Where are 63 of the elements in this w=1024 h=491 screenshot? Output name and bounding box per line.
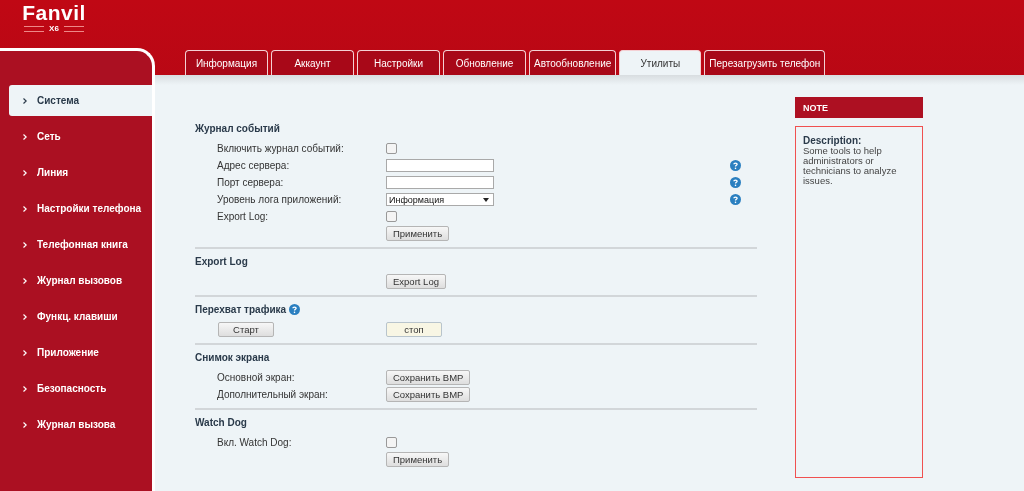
field-label: Включить журнал событий: xyxy=(217,143,344,154)
help-icon[interactable] xyxy=(730,160,741,171)
field-label: Уровень лога приложений: xyxy=(217,194,342,205)
chevron-icon xyxy=(23,241,27,248)
stop-button[interactable]: стоп xyxy=(386,322,442,337)
section-title: Перехват трафика xyxy=(195,303,287,315)
chevron-icon xyxy=(23,313,27,320)
checkbox[interactable] xyxy=(386,211,397,222)
checkbox[interactable] xyxy=(386,437,397,448)
chevron-icon xyxy=(23,97,27,104)
checkbox[interactable] xyxy=(386,143,397,154)
sidebar-item[interactable]: Журнал вызовов xyxy=(9,265,152,296)
logo-brand: Fanvil xyxy=(22,2,86,24)
tab[interactable]: Перезагрузить телефон xyxy=(704,50,826,75)
field-label: Вкл. Watch Dog: xyxy=(217,437,292,448)
sidebar-item[interactable]: Настройки телефона xyxy=(9,193,152,224)
sidebar-item[interactable]: Сеть xyxy=(9,121,152,152)
field-label: Адрес сервера: xyxy=(217,160,290,171)
dropdown[interactable]: Информация xyxy=(386,193,494,206)
tab[interactable]: Аккаунт xyxy=(271,50,354,75)
tab[interactable]: Обновление xyxy=(443,50,526,75)
dropdown-arrow-icon xyxy=(483,197,489,202)
chevron-icon xyxy=(23,421,27,428)
tab[interactable]: Автообновление xyxy=(529,50,617,75)
sidebar-item[interactable]: Приложение xyxy=(9,337,152,368)
start-button[interactable]: Старт xyxy=(218,322,274,337)
help-icon[interactable] xyxy=(730,194,741,205)
chevron-icon xyxy=(23,385,27,392)
section-title: Watch Dog xyxy=(195,416,247,428)
help-icon[interactable] xyxy=(730,177,741,188)
input-field[interactable] xyxy=(386,176,494,189)
field-label: Export Log: xyxy=(217,211,269,222)
section-title: Снимок экрана xyxy=(195,351,270,363)
sidebar-item[interactable]: Линия xyxy=(9,157,152,188)
action-button[interactable]: Export Log xyxy=(386,274,446,289)
section-title: Export Log xyxy=(195,255,248,267)
action-button[interactable]: Применить xyxy=(386,226,450,241)
action-button[interactable]: Применить xyxy=(386,452,450,467)
tab[interactable]: Информация xyxy=(185,50,268,75)
chevron-icon xyxy=(23,133,27,140)
chevron-icon xyxy=(23,277,27,284)
logo-model: X6 xyxy=(49,24,59,34)
sidebar-item[interactable]: Безопасность xyxy=(9,373,152,404)
chevron-icon xyxy=(23,205,27,212)
field-label: Основной экран: xyxy=(217,372,295,383)
action-button[interactable]: Сохранить BMP xyxy=(386,387,471,402)
tab[interactable]: Утилиты xyxy=(619,50,702,75)
field-label: Порт сервера: xyxy=(217,177,284,188)
input-field[interactable] xyxy=(386,159,494,172)
section-title: Журнал событий xyxy=(195,122,280,134)
help-icon[interactable] xyxy=(289,303,301,315)
sidebar-item[interactable]: Система xyxy=(9,85,152,116)
sidebar-item[interactable]: Функц. клавиши xyxy=(9,301,152,332)
chevron-icon xyxy=(23,169,27,176)
note-heading: Description: xyxy=(803,135,863,146)
action-button[interactable]: Сохранить BMP xyxy=(386,370,471,385)
note-header: NOTE xyxy=(795,97,923,118)
sidebar-item[interactable]: Телефонная книга xyxy=(9,229,152,260)
sidebar-item[interactable]: Журнал вызова xyxy=(9,409,152,440)
field-label: Дополнительный экран: xyxy=(217,389,328,400)
note-text: Some tools to help administrators or technicians to analyze issues. xyxy=(803,146,898,186)
chevron-icon xyxy=(23,349,27,356)
tab[interactable]: Настройки xyxy=(357,50,440,75)
